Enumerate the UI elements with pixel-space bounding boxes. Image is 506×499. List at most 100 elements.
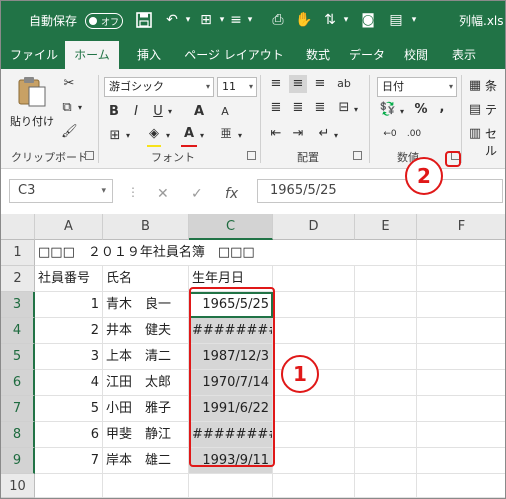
cell-styles-icon[interactable]: ▥	[467, 125, 483, 143]
cell-a4[interactable]: 2	[35, 318, 103, 344]
cell-e2[interactable]	[355, 266, 417, 292]
tab-insert[interactable]: 挿入	[131, 41, 167, 69]
cell-d3[interactable]	[273, 292, 355, 318]
cell-f7[interactable]	[417, 396, 505, 422]
select-all-corner[interactable]	[1, 214, 35, 240]
cell-e10[interactable]	[355, 474, 417, 498]
print-preview-icon[interactable]: ⎙	[269, 10, 287, 30]
merge-dropdown-icon[interactable]: ▾	[351, 101, 361, 119]
row-header-5[interactable]: 5	[1, 344, 35, 370]
column-header-e[interactable]: E	[355, 214, 417, 240]
name-box[interactable]: C3 ▾	[9, 179, 113, 203]
cell-f4[interactable]	[417, 318, 505, 344]
format-painter-icon[interactable]: 🖌	[61, 123, 78, 141]
cell-b6[interactable]: 江田 太郎	[103, 370, 189, 396]
shrink-font-icon[interactable]: A	[217, 103, 233, 121]
grow-font-icon[interactable]: A	[191, 103, 207, 121]
autosave-toggle[interactable]: オフ	[85, 13, 123, 29]
customize-dropdown-icon[interactable]: ▾	[405, 10, 423, 30]
cell-f5[interactable]	[417, 344, 505, 370]
column-header-d[interactable]: D	[273, 214, 355, 240]
tab-home[interactable]: ホーム	[65, 41, 119, 69]
cell-d10[interactable]	[273, 474, 355, 498]
cell-f8[interactable]	[417, 422, 505, 448]
cell-d2[interactable]	[273, 266, 355, 292]
cell-a2[interactable]: 社員番号	[35, 266, 103, 292]
conditional-format-icon[interactable]: ▦	[467, 77, 483, 95]
row-header-4[interactable]: 4	[1, 318, 35, 344]
tab-page-layout[interactable]: ページ レイアウト	[181, 41, 287, 69]
cell-e5[interactable]	[355, 344, 417, 370]
copy-icon[interactable]: ⧉	[59, 99, 75, 117]
font-size-select[interactable]: 11 ▾	[217, 77, 257, 97]
currency-dropdown-icon[interactable]: ▾	[397, 103, 407, 121]
cell-b8[interactable]: 甲斐 静江	[103, 422, 189, 448]
cell-a8[interactable]: 6	[35, 422, 103, 448]
cell-b10[interactable]	[103, 474, 189, 498]
cell-e8[interactable]	[355, 422, 417, 448]
cell-b4[interactable]: 井本 健夫	[103, 318, 189, 344]
column-header-c[interactable]: C	[189, 214, 273, 240]
cell-f1[interactable]	[417, 240, 505, 266]
increase-indent-icon[interactable]: ⇥	[289, 125, 307, 143]
underline-button[interactable]: U	[151, 103, 165, 121]
align-center-icon[interactable]: ≣	[289, 99, 307, 117]
undo-dropdown-icon[interactable]: ▾	[179, 10, 197, 30]
insert-function-icon[interactable]: fx	[225, 186, 238, 202]
tab-data[interactable]: データ	[345, 41, 389, 69]
row-header-8[interactable]: 8	[1, 422, 35, 448]
cell-c10[interactable]	[189, 474, 273, 498]
cell-a5[interactable]: 3	[35, 344, 103, 370]
conditional-format-label[interactable]: 条	[485, 77, 497, 94]
cell-f6[interactable]	[417, 370, 505, 396]
row-header-10[interactable]: 10	[1, 474, 35, 498]
cell-d9[interactable]	[273, 448, 355, 474]
font-color-icon[interactable]: A	[181, 125, 197, 143]
align-left-icon[interactable]: ≣	[267, 99, 285, 117]
row-header-2[interactable]: 2	[1, 266, 35, 292]
column-header-a[interactable]: A	[35, 214, 103, 240]
cell-e6[interactable]	[355, 370, 417, 396]
cell-e9[interactable]	[355, 448, 417, 474]
cell-a3[interactable]: 1	[35, 292, 103, 318]
cell-b7[interactable]: 小田 雅子	[103, 396, 189, 422]
phonetic-icon[interactable]: 亜	[217, 125, 235, 143]
cell-e1[interactable]	[355, 240, 417, 266]
phonetic-dropdown-icon[interactable]: ▾	[235, 127, 245, 145]
underline-dropdown-icon[interactable]: ▾	[165, 103, 175, 121]
tab-review[interactable]: 校閲	[399, 41, 433, 69]
comma-button[interactable]: ,	[435, 99, 449, 117]
column-header-b[interactable]: B	[103, 214, 189, 240]
column-header-f[interactable]: F	[417, 214, 505, 240]
copy-dropdown-icon[interactable]: ▾	[75, 99, 85, 117]
cell-a6[interactable]: 4	[35, 370, 103, 396]
cell-b3[interactable]: 青木 良一	[103, 292, 189, 318]
row-header-1[interactable]: 1	[1, 240, 35, 266]
currency-icon[interactable]: 💱	[379, 101, 397, 119]
row-header-9[interactable]: 9	[1, 448, 35, 474]
enter-icon[interactable]: ✓	[191, 186, 203, 202]
font-color-dropdown-icon[interactable]: ▾	[197, 127, 207, 145]
cell-f2[interactable]	[417, 266, 505, 292]
format-as-table-icon[interactable]: ▤	[467, 101, 483, 119]
sort-dropdown-icon[interactable]: ▾	[337, 10, 355, 30]
cell-e7[interactable]	[355, 396, 417, 422]
cell-e4[interactable]	[355, 318, 417, 344]
alignment-launcher-icon[interactable]	[353, 151, 362, 160]
number-format-select[interactable]: 日付 ▾	[377, 77, 457, 97]
camera-icon[interactable]: ◙	[359, 10, 377, 30]
clipboard-launcher-icon[interactable]	[85, 151, 94, 160]
cell-f10[interactable]	[417, 474, 505, 498]
row-header-3[interactable]: 3	[1, 292, 35, 318]
tab-formulas[interactable]: 数式	[301, 41, 335, 69]
middle-align-icon[interactable]: ≡	[289, 75, 307, 93]
fill-color-dropdown-icon[interactable]: ▾	[163, 127, 173, 145]
italic-button[interactable]: I	[129, 103, 143, 121]
touch-mode-icon[interactable]: ✋	[295, 10, 313, 30]
cell-d7[interactable]	[273, 396, 355, 422]
cell-d1[interactable]	[273, 240, 355, 266]
cut-icon[interactable]: ✂	[61, 75, 77, 93]
cell-d4[interactable]	[273, 318, 355, 344]
decrease-indent-icon[interactable]: ⇤	[267, 125, 285, 143]
borders-dropdown-icon[interactable]: ▾	[123, 127, 133, 145]
